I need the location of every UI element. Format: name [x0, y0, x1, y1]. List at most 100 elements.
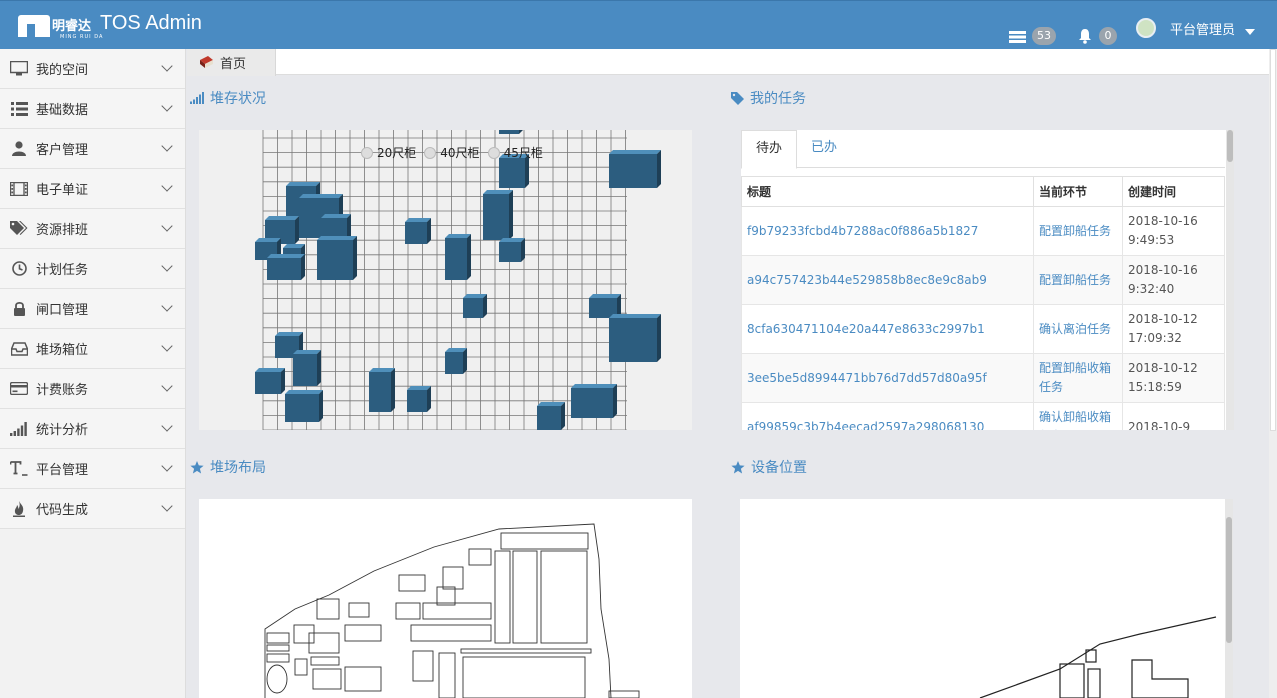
- task-stage-link[interactable]: 配置卸船任务: [1033, 206, 1123, 256]
- legend-item-45ft[interactable]: 45尺柜: [487, 144, 543, 161]
- page-scrollbar-thumb[interactable]: [1270, 49, 1276, 431]
- device-panel-title: 设备位置: [731, 457, 807, 477]
- tasks-panel-title: 我的任务: [731, 88, 806, 108]
- sidebar-item-my-space[interactable]: 我的空间: [0, 49, 185, 89]
- task-stage-link[interactable]: 配置卸船任务: [1033, 255, 1123, 305]
- task-stage-link[interactable]: 确认卸船收箱任务: [1033, 402, 1123, 430]
- container-block-top: [286, 182, 320, 186]
- container-block-top: [255, 368, 285, 372]
- sidebar-item-basic-data[interactable]: 基础数据: [0, 89, 185, 129]
- task-title-link[interactable]: 8cfa630471104e20a447e8633c2997b1: [741, 304, 1034, 354]
- container-block-top: [293, 350, 321, 354]
- container-block-side: [281, 368, 285, 394]
- tab-todo[interactable]: 待办: [741, 130, 798, 169]
- sidebar-item-label: 计划任务: [36, 263, 89, 278]
- task-title-link[interactable]: a94c757423b44e529858b8ec8e9c8ab9: [741, 255, 1034, 305]
- sidebar-item-yard-slots[interactable]: 堆场箱位: [0, 329, 185, 369]
- messages-badge: 53: [1032, 27, 1056, 45]
- tags-icon: [10, 221, 28, 237]
- tasks-scrollbar[interactable]: [1226, 130, 1234, 430]
- legend-item-20ft[interactable]: 20尺柜: [361, 144, 416, 161]
- device-map-scrollbar[interactable]: [1225, 499, 1233, 698]
- tab-strip: 首页: [187, 49, 1277, 76]
- task-stage-link[interactable]: 配置卸船收箱任务: [1033, 353, 1123, 403]
- book-icon: [200, 56, 213, 68]
- yard-layout-map: [199, 499, 692, 698]
- task-title-link[interactable]: 3ee5be5d8994471bb76d7dd57d80a95f: [741, 353, 1034, 403]
- sidebar-item-billing[interactable]: 计费账务: [0, 369, 185, 409]
- device-location-map: [740, 499, 1233, 698]
- column-header-time[interactable]: 创建时间: [1122, 176, 1225, 207]
- credit-card-icon: [10, 381, 28, 397]
- sidebar-item-resource-schedule[interactable]: 资源排班: [0, 209, 185, 249]
- user-menu[interactable]: 平台管理员: [1136, 18, 1256, 38]
- container-block-top: [369, 368, 395, 372]
- container-block-side: [509, 190, 513, 240]
- user-icon: [10, 141, 28, 157]
- container-block-top: [265, 216, 299, 220]
- tab-home[interactable]: 首页: [187, 49, 276, 76]
- messages-button[interactable]: 53: [1009, 27, 1056, 45]
- column-header-stage[interactable]: 当前环节: [1033, 176, 1123, 207]
- app-title: TOS Admin: [100, 12, 202, 34]
- sidebar-item-customers[interactable]: 客户管理: [0, 129, 185, 169]
- container-block: [293, 354, 317, 386]
- sidebar-item-plan-tasks[interactable]: 计划任务: [0, 249, 185, 289]
- sidebar-item-e-documents[interactable]: 电子单证: [0, 169, 185, 209]
- sidebar-item-label: 统计分析: [36, 423, 89, 438]
- stock-panel-title-text: 堆存状况: [210, 91, 266, 107]
- sidebar-item-code-gen[interactable]: 代码生成: [0, 489, 185, 529]
- container-block-top: [321, 214, 351, 218]
- sidebar-item-label: 电子单证: [36, 183, 89, 198]
- container-block-side: [301, 254, 305, 280]
- container-block-top: [499, 238, 525, 242]
- task-title-link[interactable]: f9b79233fcbd4b7288ac0f886a5b1827: [741, 206, 1034, 256]
- tasks-scrollbar-thumb[interactable]: [1227, 130, 1233, 162]
- task-stage-link[interactable]: 确认离泊任务: [1033, 304, 1123, 354]
- tasks-panel-title-text: 我的任务: [750, 91, 806, 107]
- logo-text: 明睿达: [52, 18, 92, 34]
- tab-done[interactable]: 已办: [797, 130, 851, 168]
- chevron-down-icon: [161, 300, 173, 312]
- tasks-panel: 待办 已办 标题 当前环节 创建时间 f9b79233fcbd4b7288ac0…: [741, 130, 1234, 430]
- container-block-top: [275, 332, 303, 336]
- logo-subtext: MING RUI DA: [60, 34, 104, 40]
- sidebar-item-label: 资源排班: [36, 223, 89, 238]
- column-header-title[interactable]: 标题: [741, 176, 1034, 207]
- top-header: 明睿达 MING RUI DA TOS Admin 53 0 平台管理员: [0, 0, 1277, 49]
- container-block-top: [317, 236, 357, 240]
- sidebar-item-label: 闸口管理: [36, 303, 89, 318]
- container-block-top: [537, 402, 565, 406]
- layout-panel-title: 堆场布局: [190, 457, 266, 477]
- yard-layout-drawing: [264, 523, 640, 698]
- container-block: [405, 222, 427, 244]
- container-block-top: [285, 390, 323, 394]
- container-block-top: [571, 384, 617, 388]
- task-table: 标题 当前环节 创建时间 f9b79233fcbd4b7288ac0f886a5…: [741, 176, 1225, 430]
- container-block-side: [657, 150, 661, 188]
- yard-3d-chart: 20尺柜 40尺柜 45尺柜: [199, 130, 692, 430]
- legend-label: 45尺柜: [503, 146, 543, 160]
- notifications-button[interactable]: 0: [1077, 27, 1117, 45]
- page-scrollbar[interactable]: [1269, 49, 1277, 698]
- container-block-top: [267, 254, 305, 258]
- container-block-side: [317, 350, 321, 386]
- container-block: [499, 158, 525, 188]
- sidebar-item-platform[interactable]: 平台管理: [0, 449, 185, 489]
- sidebar-item-label: 平台管理: [36, 463, 89, 478]
- legend-item-40ft[interactable]: 40尺柜: [424, 144, 480, 161]
- task-time: 2018-10-9: [1122, 402, 1225, 430]
- sidebar: 我的空间 基础数据 客户管理 电子单证 资源排班 计划任务 闸口管理 堆场箱位 …: [0, 49, 186, 698]
- container-block-top: [463, 294, 487, 298]
- chevron-down-icon: [161, 60, 173, 72]
- container-block: [369, 372, 391, 412]
- device-map-scrollbar-thumb[interactable]: [1226, 517, 1232, 643]
- container-block-side: [391, 368, 395, 412]
- list-icon: [10, 101, 28, 117]
- task-title-link[interactable]: af99859c3b7b4eecad2597a298068130: [741, 402, 1034, 430]
- sidebar-item-statistics[interactable]: 统计分析: [0, 409, 185, 449]
- container-block-side: [657, 314, 661, 362]
- film-icon: [10, 181, 28, 197]
- legend-radio-icon: [361, 146, 373, 159]
- sidebar-item-gate[interactable]: 闸口管理: [0, 289, 185, 329]
